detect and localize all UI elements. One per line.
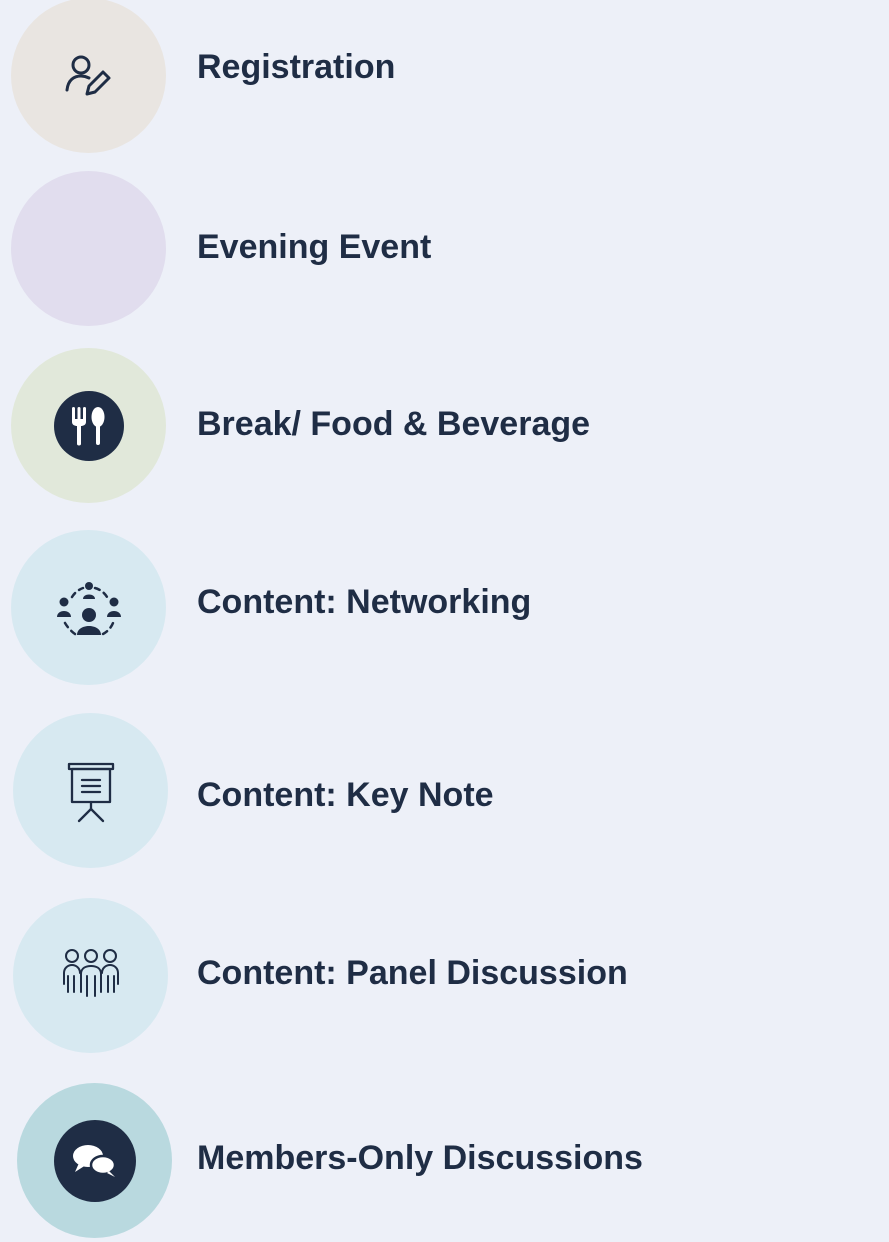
legend-label: Members-Only Discussions bbox=[197, 1139, 643, 1177]
members-only-circle bbox=[17, 1083, 172, 1238]
legend-item-networking: Content: Networking bbox=[0, 530, 889, 690]
evening-event-circle bbox=[11, 171, 166, 326]
legend-item-break-food: Break/ Food & Beverage bbox=[0, 348, 889, 508]
legend-label: Content: Networking bbox=[197, 583, 532, 621]
legend-label: Evening Event bbox=[197, 228, 432, 266]
group-people-icon bbox=[59, 940, 123, 1012]
registration-circle bbox=[11, 0, 166, 153]
legend-label: Break/ Food & Beverage bbox=[197, 405, 591, 443]
legend-item-panel-discussion: Content: Panel Discussion bbox=[0, 897, 889, 1057]
legend-item-registration: Registration bbox=[0, 0, 889, 160]
chat-bubbles-icon bbox=[53, 1119, 137, 1203]
legend-item-members-only: Members-Only Discussions bbox=[0, 1082, 889, 1242]
networking-icon bbox=[47, 573, 131, 643]
fork-spoon-icon bbox=[52, 389, 126, 463]
legend-label: Content: Panel Discussion bbox=[197, 954, 628, 992]
break-food-circle bbox=[11, 348, 166, 503]
legend-label: Content: Key Note bbox=[197, 776, 494, 814]
user-edit-icon bbox=[59, 46, 119, 106]
networking-circle bbox=[11, 530, 166, 685]
keynote-circle bbox=[13, 713, 168, 868]
presentation-board-icon bbox=[59, 759, 123, 823]
legend-item-evening-event: Evening Event bbox=[0, 170, 889, 330]
legend-label: Registration bbox=[197, 48, 396, 86]
panel-discussion-circle bbox=[13, 898, 168, 1053]
legend-item-keynote: Content: Key Note bbox=[0, 712, 889, 872]
